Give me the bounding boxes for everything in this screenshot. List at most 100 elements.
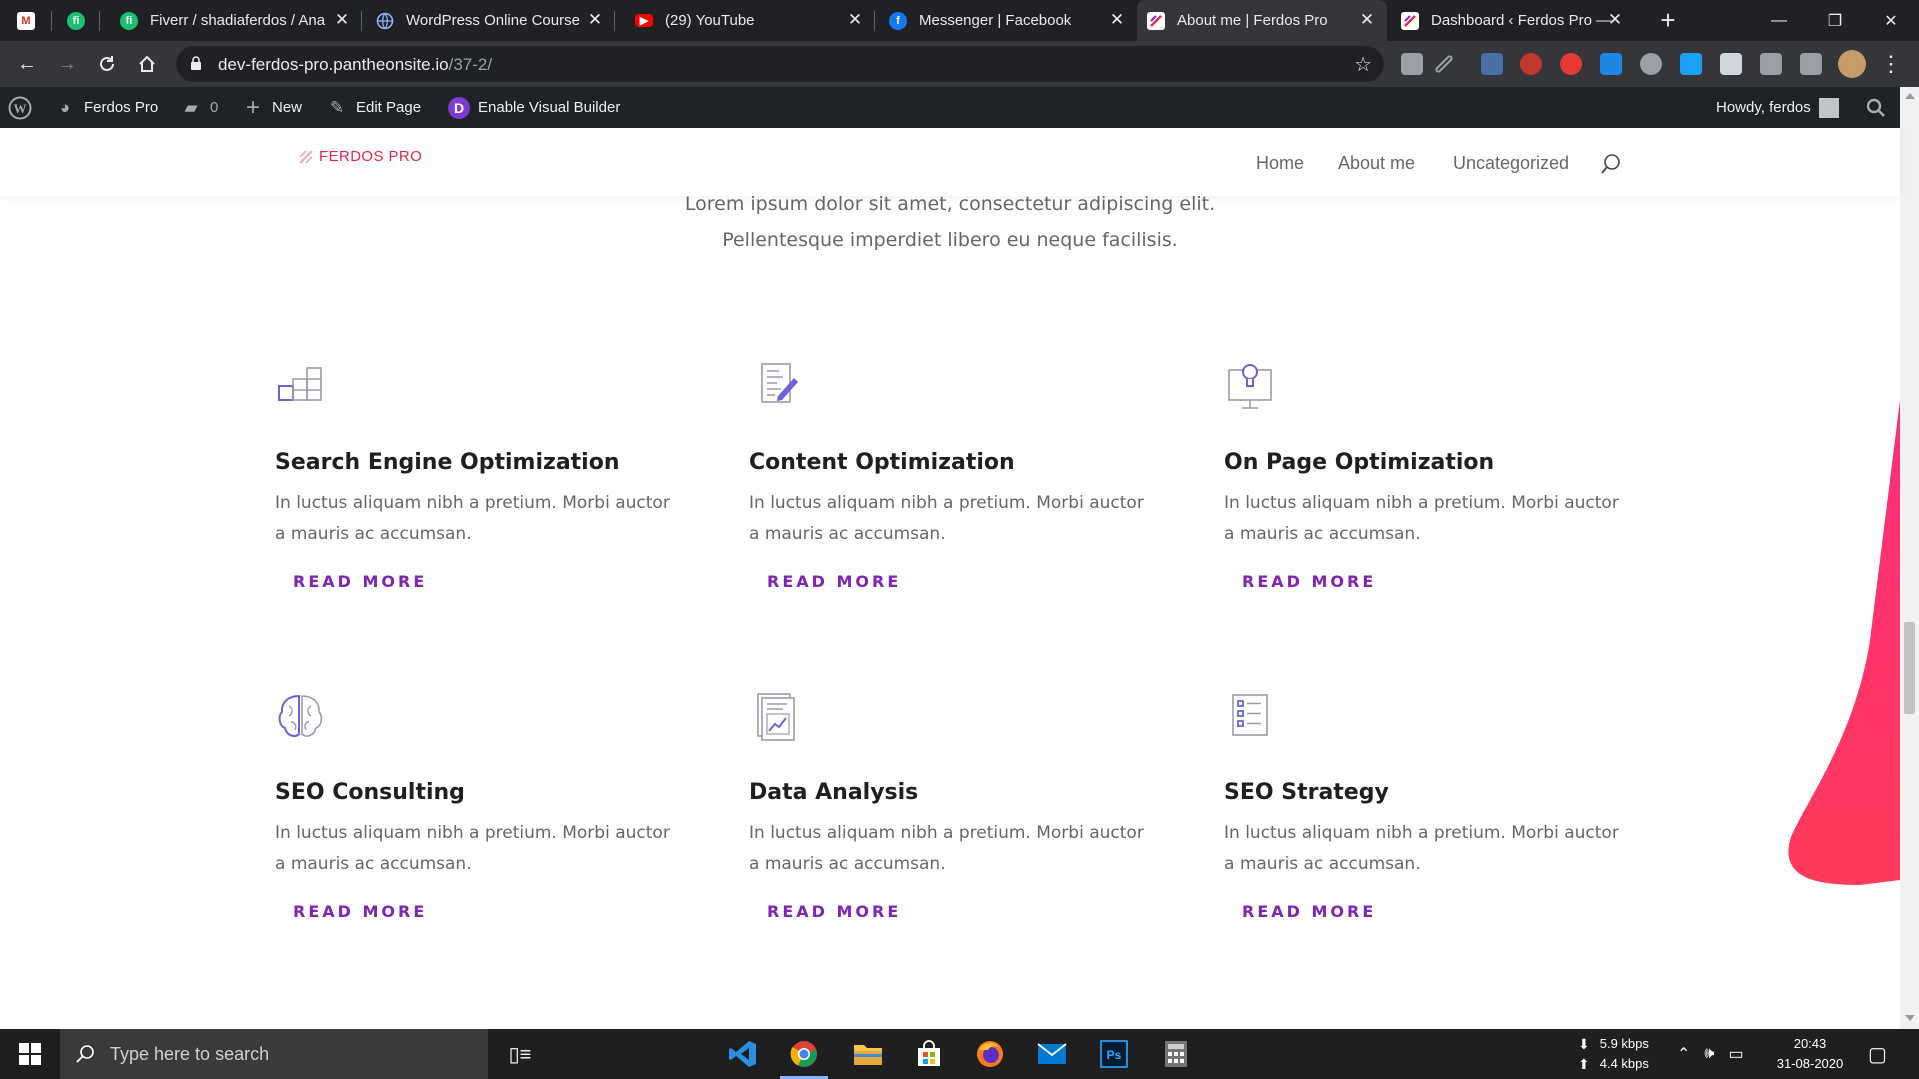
- service-card-consulting: SEO Consulting In luctus aliquam nibh a …: [275, 692, 695, 942]
- service-title: SEO Consulting: [275, 780, 465, 805]
- taskbar-photoshop[interactable]: Ps: [1086, 1029, 1142, 1079]
- network-speed-widget: ⬇ ⬆ 5.9 kbps 4.4 kbps: [1578, 1029, 1649, 1079]
- extension-eyes-icon[interactable]: [1520, 53, 1542, 75]
- scroll-down-icon[interactable]: [1905, 1015, 1915, 1021]
- chevron-up-icon[interactable]: ⌃: [1677, 1044, 1690, 1064]
- tab-fiverr[interactable]: fi Fiverr / shadiaferdos / Ana ✕: [100, 0, 362, 41]
- close-tab-icon[interactable]: ✕: [334, 11, 350, 28]
- taskbar-vscode[interactable]: [715, 1029, 771, 1079]
- taskbar-search[interactable]: Type here to search: [60, 1029, 488, 1079]
- close-tab-icon[interactable]: ✕: [1109, 11, 1125, 28]
- taskbar-file-explorer[interactable]: [840, 1029, 896, 1079]
- dashboard-icon: ◕: [59, 97, 71, 117]
- my-account-menu[interactable]: Howdy, ferdos: [1716, 87, 1839, 128]
- nav-home[interactable]: Home: [1256, 153, 1304, 174]
- nav-uncategorized[interactable]: Uncategorized: [1453, 153, 1569, 174]
- tab-dashboard[interactable]: Dashboard ‹ Ferdos Pro — ✕: [1387, 0, 1635, 41]
- site-logo[interactable]: FERDOS PRO: [298, 148, 422, 165]
- extension-bulb-icon[interactable]: [1640, 53, 1662, 75]
- network-icon[interactable]: ▭: [1729, 1044, 1744, 1064]
- read-more-link[interactable]: READ MORE: [1242, 902, 1376, 921]
- service-title: Content Optimization: [749, 450, 1015, 475]
- close-tab-icon[interactable]: ✕: [847, 11, 863, 28]
- howdy-label: Howdy, ferdos: [1716, 99, 1811, 116]
- start-button[interactable]: [2, 1029, 58, 1079]
- extension-grey-icon[interactable]: [1720, 53, 1742, 75]
- task-view-button[interactable]: ▯≡: [492, 1029, 548, 1079]
- clock[interactable]: 20:43 31-08-2020: [1760, 1029, 1860, 1079]
- extension-adblock-icon[interactable]: [1560, 53, 1582, 75]
- service-card-seo: Search Engine Optimization In luctus ali…: [275, 362, 695, 612]
- comments-menu[interactable]: ▰ 0: [180, 87, 218, 128]
- taskbar-firefox[interactable]: [962, 1029, 1018, 1079]
- task-view-icon: ▯≡: [508, 1043, 532, 1066]
- chrome-menu-icon[interactable]: ⋮: [1876, 49, 1906, 79]
- service-title: On Page Optimization: [1224, 450, 1495, 475]
- new-content-menu[interactable]: + New: [242, 87, 302, 128]
- site-name-label: Ferdos Pro: [84, 99, 159, 116]
- address-bar[interactable]: dev-ferdos-pro.pantheonsite.io/37-2/ ☆: [176, 46, 1384, 82]
- extension-icon[interactable]: [1401, 53, 1423, 75]
- page-scrollbar[interactable]: [1900, 87, 1919, 1029]
- close-tab-icon[interactable]: ✕: [587, 11, 603, 28]
- minimize-button[interactable]: —: [1751, 0, 1807, 41]
- svg-text:W: W: [14, 101, 27, 116]
- scrollbar-thumb[interactable]: [1904, 622, 1915, 714]
- extension-pen-icon[interactable]: [1434, 54, 1454, 74]
- back-button[interactable]: ←: [12, 49, 42, 79]
- extension-arrows-icon[interactable]: [1680, 53, 1702, 75]
- tab-wordpress-course[interactable]: WordPress Online Course ✕: [362, 0, 615, 41]
- document-edit-icon: [761, 363, 798, 403]
- extension-blue-icon[interactable]: [1600, 53, 1622, 75]
- reload-button[interactable]: [92, 49, 122, 79]
- plus-icon: +: [245, 93, 260, 121]
- edit-page-link[interactable]: ✎ Edit Page: [326, 87, 421, 128]
- tab-messenger[interactable]: f Messenger | Facebook ✕: [875, 0, 1137, 41]
- extension-camera-icon[interactable]: [1481, 53, 1503, 75]
- read-more-link[interactable]: READ MORE: [1242, 572, 1376, 591]
- vscode-icon: [729, 1041, 756, 1067]
- firefox-icon: [977, 1041, 1003, 1067]
- profile-avatar[interactable]: [1838, 50, 1866, 78]
- site-search-icon[interactable]: [1600, 153, 1622, 175]
- reload-icon: [100, 56, 114, 71]
- browser-tab-strip: M fi fi Fiverr / shadiaferdos / Ana ✕ Wo…: [0, 0, 1919, 41]
- svg-text:Ps: Ps: [1107, 1048, 1122, 1062]
- bookmark-star-icon[interactable]: ☆: [1354, 52, 1372, 77]
- tab-gmail[interactable]: M: [0, 0, 52, 41]
- media-queue-icon[interactable]: [1800, 53, 1822, 75]
- scroll-up-icon[interactable]: [1905, 93, 1915, 99]
- wordpress-logo-button[interactable]: W: [8, 87, 32, 128]
- nav-about-me[interactable]: About me: [1338, 153, 1415, 174]
- notifications-button[interactable]: ▢: [1868, 1029, 1887, 1079]
- tab-fiverr-pinned[interactable]: fi: [52, 0, 100, 41]
- close-window-button[interactable]: ✕: [1863, 0, 1919, 41]
- read-more-link[interactable]: READ MORE: [767, 572, 901, 591]
- visual-builder-link[interactable]: D Enable Visual Builder: [448, 87, 620, 128]
- tab-about-me[interactable]: About me | Ferdos Pro ✕: [1137, 0, 1387, 41]
- report-chart-icon: [757, 693, 795, 741]
- taskbar-mail[interactable]: [1024, 1029, 1080, 1079]
- forward-button[interactable]: →: [52, 49, 82, 79]
- restore-button[interactable]: ❐: [1807, 0, 1863, 41]
- new-tab-button[interactable]: +: [1650, 0, 1686, 41]
- browser-toolbar: ← → dev-ferdos-pro.pantheonsite.io/37-2/…: [0, 41, 1919, 87]
- read-more-link[interactable]: READ MORE: [293, 572, 427, 591]
- taskbar-store[interactable]: [901, 1029, 957, 1079]
- site-name-menu[interactable]: ◕ Ferdos Pro: [54, 87, 158, 128]
- taskbar-calculator[interactable]: [1148, 1029, 1204, 1079]
- admin-search-button[interactable]: [1866, 87, 1886, 128]
- tab-youtube[interactable]: ▶ (29) YouTube ✕: [615, 0, 875, 41]
- home-button[interactable]: [132, 49, 162, 79]
- read-more-link[interactable]: READ MORE: [767, 902, 901, 921]
- tab-title: Messenger | Facebook: [919, 12, 1072, 29]
- extensions-puzzle-icon[interactable]: [1760, 53, 1782, 75]
- close-tab-icon[interactable]: ✕: [1359, 11, 1375, 28]
- pencil-icon: ✎: [329, 97, 345, 117]
- volume-icon[interactable]: 🕪: [1704, 1045, 1714, 1063]
- facebook-icon: f: [889, 11, 907, 30]
- url-host: dev-ferdos-pro.pantheonsite.io: [218, 55, 449, 74]
- close-tab-icon[interactable]: ✕: [1607, 11, 1623, 28]
- taskbar-chrome[interactable]: [776, 1029, 832, 1079]
- read-more-link[interactable]: READ MORE: [293, 902, 427, 921]
